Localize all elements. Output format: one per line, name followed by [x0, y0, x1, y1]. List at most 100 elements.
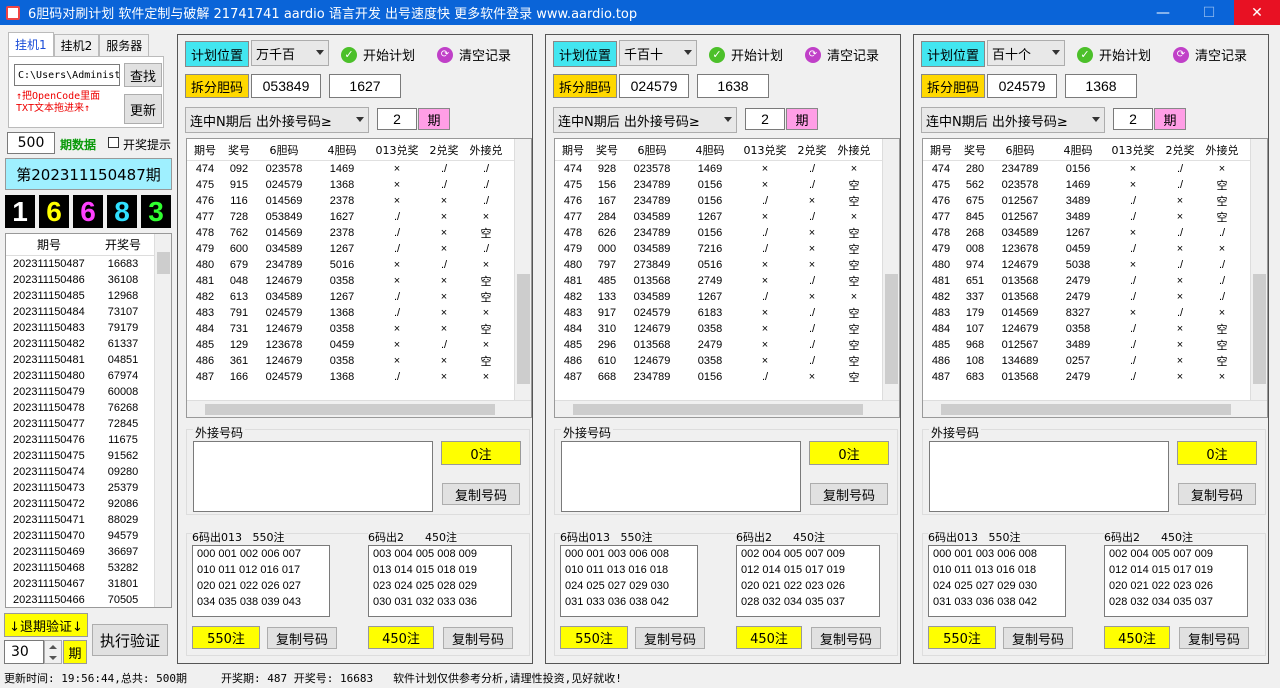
clear-records-button[interactable]: ⟳ 清空记录	[1173, 45, 1247, 64]
table-row[interactable]: 487 683 013568 2479 ./ × ×	[923, 369, 1267, 385]
grid-header-cell[interactable]: 6胆码	[623, 142, 681, 158]
grid-header-cell[interactable]: 2兑奖	[423, 142, 465, 158]
backtest-spinner[interactable]	[44, 640, 62, 664]
history-scrollbar[interactable]	[154, 234, 171, 607]
table-row[interactable]: 486 108 134689 0257 ./ × 空	[923, 353, 1267, 369]
grid-header-cell[interactable]: 外接兑	[465, 142, 507, 158]
grid-header-cell[interactable]: 4胆码	[1049, 142, 1107, 158]
history-row[interactable]: 202311150484 73107	[6, 304, 171, 320]
g2-number-list[interactable]: 002 004 005 007 009 012 014 015 017 019 02…	[736, 545, 880, 617]
history-row[interactable]: 202311150475 91562	[6, 448, 171, 464]
g1-number-list[interactable]: 000 001 002 006 007 010 011 012 016 017 02…	[192, 545, 330, 617]
notify-checkbox[interactable]	[108, 137, 119, 148]
g1-copy-button[interactable]: 复制号码	[635, 627, 705, 649]
table-row[interactable]: 476 675 012567 3489 ./ × 空	[923, 193, 1267, 209]
history-row[interactable]: 202311150481 04851	[6, 352, 171, 368]
history-row[interactable]: 202311150485 12968	[6, 288, 171, 304]
period-count-input[interactable]: 500	[7, 132, 55, 154]
table-row[interactable]: 482 613 034589 1267 ./ × 空	[187, 289, 531, 305]
table-row[interactable]: 486 361 124679 0358 × × 空	[187, 353, 531, 369]
grid-hscroll-thumb[interactable]	[205, 404, 495, 415]
tab-hangup1[interactable]: 挂机1	[8, 32, 54, 56]
history-row[interactable]: 202311150467 31801	[6, 576, 171, 592]
history-row[interactable]: 202311150470 94579	[6, 528, 171, 544]
history-list[interactable]: 期号 开奖号 202311150487 16683 202311150486 3610…	[5, 233, 172, 608]
plan-result-grid[interactable]: 期号 奖号 6胆码 4胆码 013兑奖 2兑奖 外接兑 474 092 023578 1469 ×.…	[186, 138, 532, 418]
condition-select[interactable]: 连中N期后 出外接号码≥	[553, 107, 737, 133]
grid-header-cell[interactable]: 奖号	[959, 142, 991, 158]
table-row[interactable]: 474 280 234789 0156 × ./ ×	[923, 161, 1267, 177]
grid-header-cell[interactable]: 奖号	[223, 142, 255, 158]
table-row[interactable]: 475 156 234789 0156 × ./ 空	[555, 177, 899, 193]
plan-position-select[interactable]: 百十个	[987, 40, 1065, 66]
table-row[interactable]: 474 928 023578 1469 × ./ ×	[555, 161, 899, 177]
table-row[interactable]: 480 679 234789 5016 × ./ ×	[187, 257, 531, 273]
grid-header-cell[interactable]: 2兑奖	[1159, 142, 1201, 158]
clear-records-button[interactable]: ⟳ 清空记录	[805, 45, 879, 64]
history-row[interactable]: 202311150474 09280	[6, 464, 171, 480]
condition-select[interactable]: 连中N期后 出外接号码≥	[185, 107, 369, 133]
execute-verify-button[interactable]: 执行验证	[92, 624, 168, 656]
history-row[interactable]: 202311150483 79179	[6, 320, 171, 336]
table-row[interactable]: 478 762 014569 2378 ./ × 空	[187, 225, 531, 241]
history-row[interactable]: 202311150478 76268	[6, 400, 171, 416]
tab-server[interactable]: 服务器	[99, 34, 150, 56]
table-row[interactable]: 476 116 014569 2378 × × ./	[187, 193, 531, 209]
backtest-input[interactable]: 30	[4, 640, 44, 664]
history-row[interactable]: 202311150480 67974	[6, 368, 171, 384]
g2-copy-button[interactable]: 复制号码	[811, 627, 881, 649]
update-button[interactable]: 更新	[124, 94, 162, 124]
grid-header-cell[interactable]: 奖号	[591, 142, 623, 158]
grid-header-cell[interactable]: 4胆码	[681, 142, 739, 158]
n-periods-input[interactable]: 2	[745, 108, 785, 130]
table-row[interactable]: 487 166 024579 1368 ./ × ×	[187, 369, 531, 385]
history-row[interactable]: 202311150473 25379	[6, 480, 171, 496]
start-plan-button[interactable]: ✓ 开始计划	[341, 45, 415, 64]
history-row[interactable]: 202311150471 88029	[6, 512, 171, 528]
copy-ext-button[interactable]: 复制号码	[442, 483, 520, 505]
condition-select[interactable]: 连中N期后 出外接号码≥	[921, 107, 1105, 133]
table-row[interactable]: 484 731 124679 0358 × × 空	[187, 321, 531, 337]
minimize-button[interactable]: —	[1140, 0, 1186, 25]
table-row[interactable]: 474 092 023578 1469 × ./ ./	[187, 161, 531, 177]
table-row[interactable]: 478 626 234789 0156 ./ × 空	[555, 225, 899, 241]
grid-hscrollbar[interactable]	[187, 400, 531, 417]
grid-hscrollbar[interactable]	[555, 400, 899, 417]
table-row[interactable]: 481 485 013568 2749 × ./ 空	[555, 273, 899, 289]
table-row[interactable]: 483 179 014569 8327 × ./ ×	[923, 305, 1267, 321]
n-periods-input[interactable]: 2	[377, 108, 417, 130]
table-row[interactable]: 482 133 034589 1267 ./ × ×	[555, 289, 899, 305]
g2-number-list[interactable]: 003 004 005 008 009 013 014 015 018 019 02…	[368, 545, 512, 617]
table-row[interactable]: 481 651 013568 2479 ./ × ./	[923, 273, 1267, 289]
grid-header-cell[interactable]: 4胆码	[313, 142, 371, 158]
table-row[interactable]: 484 107 124679 0358 ./ × 空	[923, 321, 1267, 337]
table-row[interactable]: 475 562 023578 1469 × ./ 空	[923, 177, 1267, 193]
history-row[interactable]: 202311150468 53282	[6, 560, 171, 576]
table-row[interactable]: 485 129 123678 0459 × ./ ×	[187, 337, 531, 353]
grid-header-cell[interactable]: 6胆码	[255, 142, 313, 158]
split-code-value[interactable]: 024579	[987, 74, 1057, 98]
grid-vscrollbar[interactable]	[1250, 139, 1267, 402]
grid-vscrollbar[interactable]	[514, 139, 531, 402]
table-row[interactable]: 479 008 123678 0459 ./ × ×	[923, 241, 1267, 257]
table-row[interactable]: 477 845 012567 3489 ./ × 空	[923, 209, 1267, 225]
table-row[interactable]: 485 296 013568 2479 × ./ 空	[555, 337, 899, 353]
grid-header-cell[interactable]: 外接兑	[1201, 142, 1243, 158]
history-row[interactable]: 202311150487 16683	[6, 256, 171, 272]
start-plan-button[interactable]: ✓ 开始计划	[1077, 45, 1151, 64]
grid-header-cell[interactable]: 013兑奖	[739, 142, 791, 158]
g2-copy-button[interactable]: 复制号码	[1179, 627, 1249, 649]
history-row[interactable]: 202311150482 61337	[6, 336, 171, 352]
grid-vscroll-thumb[interactable]	[1253, 274, 1266, 384]
spinner-up-icon[interactable]	[45, 641, 61, 652]
grid-vscroll-thumb[interactable]	[885, 274, 898, 384]
clear-records-button[interactable]: ⟳ 清空记录	[437, 45, 511, 64]
g1-copy-button[interactable]: 复制号码	[1003, 627, 1073, 649]
table-row[interactable]: 477 284 034589 1267 × ./ ×	[555, 209, 899, 225]
ext-number-textarea[interactable]	[929, 441, 1169, 512]
table-row[interactable]: 483 917 024579 6183 × ./ 空	[555, 305, 899, 321]
g1-number-list[interactable]: 000 001 003 006 008 010 011 013 016 018 02…	[928, 545, 1066, 617]
table-row[interactable]: 480 974 124679 5038 × ./ ./	[923, 257, 1267, 273]
table-row[interactable]: 476 167 234789 0156 ./ × 空	[555, 193, 899, 209]
history-scroll-thumb[interactable]	[157, 252, 170, 274]
